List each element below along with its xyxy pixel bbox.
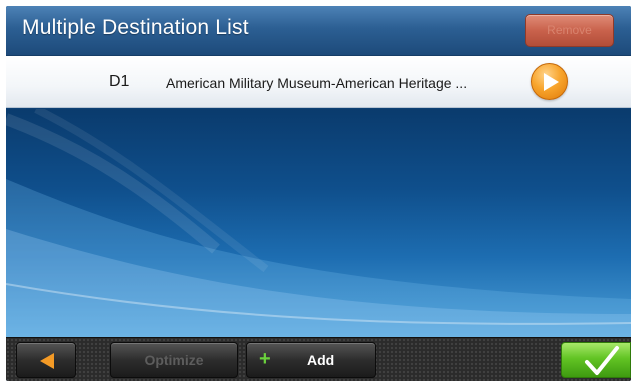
- footer-toolbar: Optimize + Add: [6, 337, 631, 381]
- header-bar: Multiple Destination List Remove: [6, 6, 631, 56]
- destination-name: American Military Museum-American Herita…: [166, 75, 468, 91]
- list-item[interactable]: D1 American Military Museum-American Her…: [6, 56, 631, 108]
- play-arrow-icon[interactable]: [531, 63, 568, 100]
- destination-list-screen: Multiple Destination List Remove D1 Amer…: [6, 6, 631, 381]
- background-swoosh: [6, 109, 631, 337]
- plus-icon: +: [259, 348, 271, 370]
- page-title: Multiple Destination List: [22, 16, 249, 39]
- confirm-button[interactable]: [561, 342, 631, 378]
- add-button[interactable]: + Add: [246, 342, 376, 378]
- back-button[interactable]: [16, 342, 76, 378]
- remove-button[interactable]: Remove: [525, 14, 614, 47]
- add-button-label: Add: [307, 352, 335, 368]
- checkmark-icon: [585, 346, 619, 375]
- optimize-button[interactable]: Optimize: [110, 342, 238, 378]
- destination-id: D1: [109, 73, 130, 90]
- background-area: [6, 109, 631, 337]
- back-arrow-icon: [40, 353, 54, 369]
